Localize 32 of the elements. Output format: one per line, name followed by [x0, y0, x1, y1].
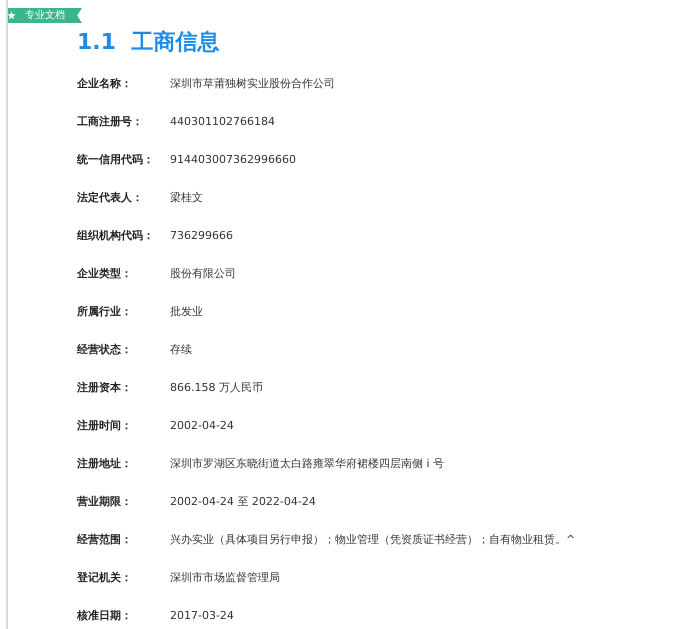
field-value: 股份有限公司: [170, 266, 236, 281]
field-label: 企业名称：: [77, 76, 133, 91]
field-label: 登记机关：: [77, 570, 133, 585]
field-label: 核准日期：: [77, 608, 133, 623]
field-value: 深圳市罗湖区东晓街道太白路雍翠华府裙楼四层南侧 i 号: [170, 456, 444, 471]
field-value: 深圳市草莆独树实业股份合作公司: [170, 76, 335, 91]
field-label: 经营状态：: [77, 342, 133, 357]
field-value: 兴办实业（具体项目另行申报）；物业管理（凭资质证书经营）；自有物业租赁。^: [170, 532, 576, 547]
field-label: 注册资本：: [77, 380, 133, 395]
field-value: 866.158 万人民币: [170, 380, 263, 395]
field-label: 统一信用代码：: [77, 152, 155, 167]
field-label: 组织机构代码：: [77, 228, 155, 243]
field-value: 存续: [170, 342, 192, 357]
field-label: 经营范围：: [77, 532, 133, 547]
ribbon-label: 专业文档: [25, 10, 65, 22]
field-value: 梁桂文: [170, 190, 203, 205]
field-label: 营业期限：: [77, 494, 133, 509]
field-value: 2002-04-24 至 2022-04-24: [170, 494, 316, 509]
field-label: 法定代表人：: [77, 190, 144, 205]
field-label: 注册时间：: [77, 418, 133, 433]
field-label: 企业类型：: [77, 266, 133, 281]
field-value: 深圳市市场监督管理局: [170, 570, 280, 585]
field-value: 2017-03-24: [170, 609, 234, 622]
field-value: 2002-04-24: [170, 419, 234, 432]
field-value: 914403007362996660: [170, 153, 296, 166]
section-heading: 1.1 工商信息: [77, 29, 220, 57]
field-label: 工商注册号：: [77, 114, 144, 129]
field-value: 736299666: [170, 229, 233, 242]
field-value: 440301102766184: [170, 115, 275, 128]
field-label: 所属行业：: [77, 304, 133, 319]
field-value: 批发业: [170, 304, 203, 319]
field-label: 注册地址：: [77, 456, 133, 471]
